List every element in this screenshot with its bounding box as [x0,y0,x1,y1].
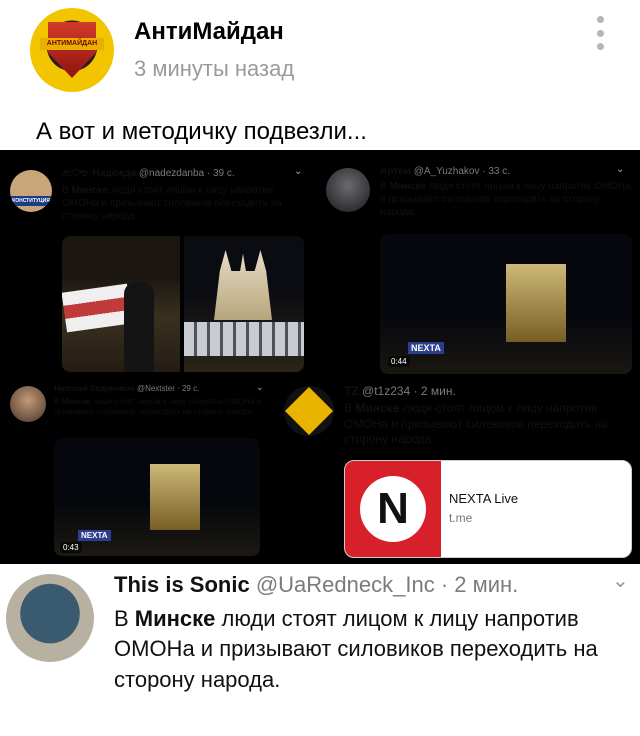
tweet-time: · 29 с. [177,384,200,393]
tweet-author[interactable]: This is Sonic [114,572,250,597]
more-vertical-icon[interactable] [590,16,610,50]
post-timestamp: 3 минуты назад [134,56,295,81]
tweet-video[interactable]: NEXTA 0:43 [54,438,260,556]
tweet-avatar[interactable] [326,168,370,212]
chevron-down-icon[interactable]: ⌄ [616,164,624,175]
tweet-text: В Минске люди стоят лицом к лицу напроти… [62,185,282,222]
nexta-sign: NEXTA [78,530,111,541]
shield-logo-icon [48,22,96,78]
attached-screenshot[interactable]: КОНСТИТУЦИЯ ෨ൗ_Надежда @nadezdanba · 39 … [0,150,640,736]
video-duration: 0:44 [388,356,410,367]
tweet-video[interactable]: NEXTA 0:44 [380,234,632,374]
tweet-avatar[interactable]: КОНСТИТУЦИЯ [10,170,52,212]
nexta-sign: NEXTA [408,342,444,354]
building-shape [506,264,566,342]
tweet-handle[interactable]: @t1z234 [362,384,410,398]
flag-shape [62,283,133,333]
tweet-time: · 2 мин. [440,572,519,597]
avatar-caption: КОНСТИТУЦИЯ [10,196,52,206]
tweet-handle[interactable]: @Nextster [137,384,175,393]
tweet-time: · 33 с. [482,166,511,177]
post-text: А вот и методичку подвезли... [36,118,367,145]
building-shape [150,464,200,530]
tweet-text: В Минске люди стоят лицом к лицу напроти… [380,181,631,218]
church-shape [214,250,272,320]
tweet-author[interactable]: ෨ൗ_Надежда [62,168,136,179]
tweet-photo-flag[interactable] [62,236,180,372]
tweet-text: В Минске люди стоят лицом к лицу напроти… [344,401,608,447]
tweet-header: This is Sonic @UaRedneck_Inc · 2 мин. [114,572,518,598]
tweet-header: ෨ൗ_Надежда @nadezdanba · 39 с. [62,168,235,179]
tweet-header: TZ @t1z234 · 2 мин. [344,384,456,398]
tweet-text: В Минске люди стоят лицом к лицу напроти… [114,606,598,692]
tweet-handle[interactable]: @A_Yuzhakov [414,166,480,177]
link-card[interactable]: N NEXTA Live t.me [344,460,632,558]
tweet-author[interactable]: Николай Евдокимов [54,384,135,393]
tweet-time: · 2 мин. [413,384,456,398]
tweet-handle[interactable]: @UaRedneck_Inc [256,572,435,597]
video-duration: 0:43 [60,542,82,553]
chevron-down-icon[interactable]: ⌄ [256,382,264,393]
tweet-photo-church[interactable] [184,236,304,372]
tweet-header: Николай Евдокимов @Nextster · 29 с. [54,384,199,393]
riot-shields [184,322,304,356]
nexta-logo-icon: N [345,461,441,557]
tweet-handle[interactable]: @nadezdanba [139,168,204,179]
tweet-time: · 39 с. [206,168,235,179]
tweet-text: В Минске люди стоят лицом к лицу напроти… [54,397,262,417]
tweet-header: Артем @A_Yuzhakov · 33 с. [380,166,510,177]
tweet-avatar[interactable] [6,574,94,662]
card-domain: t.me [449,511,473,525]
tweet-author[interactable]: TZ [344,384,359,398]
tweet-author[interactable]: Артем [380,166,411,177]
chevron-down-icon[interactable]: ⌄ [612,568,629,593]
person-silhouette [124,282,154,372]
channel-name[interactable]: АнтиМайдан [134,18,284,46]
tweet-avatar[interactable] [284,386,334,436]
channel-avatar[interactable]: АНТИМАЙДАН [30,8,114,92]
warning-diamond-icon [284,386,334,436]
tweet-avatar[interactable] [10,386,46,422]
tweet-card-large[interactable]: This is Sonic @UaRedneck_Inc · 2 мин. ⌄ … [0,564,640,736]
avatar-label: АНТИМАЙДАН [40,38,104,50]
card-title: NEXTA Live [449,491,519,506]
chevron-down-icon[interactable]: ⌄ [294,166,302,177]
